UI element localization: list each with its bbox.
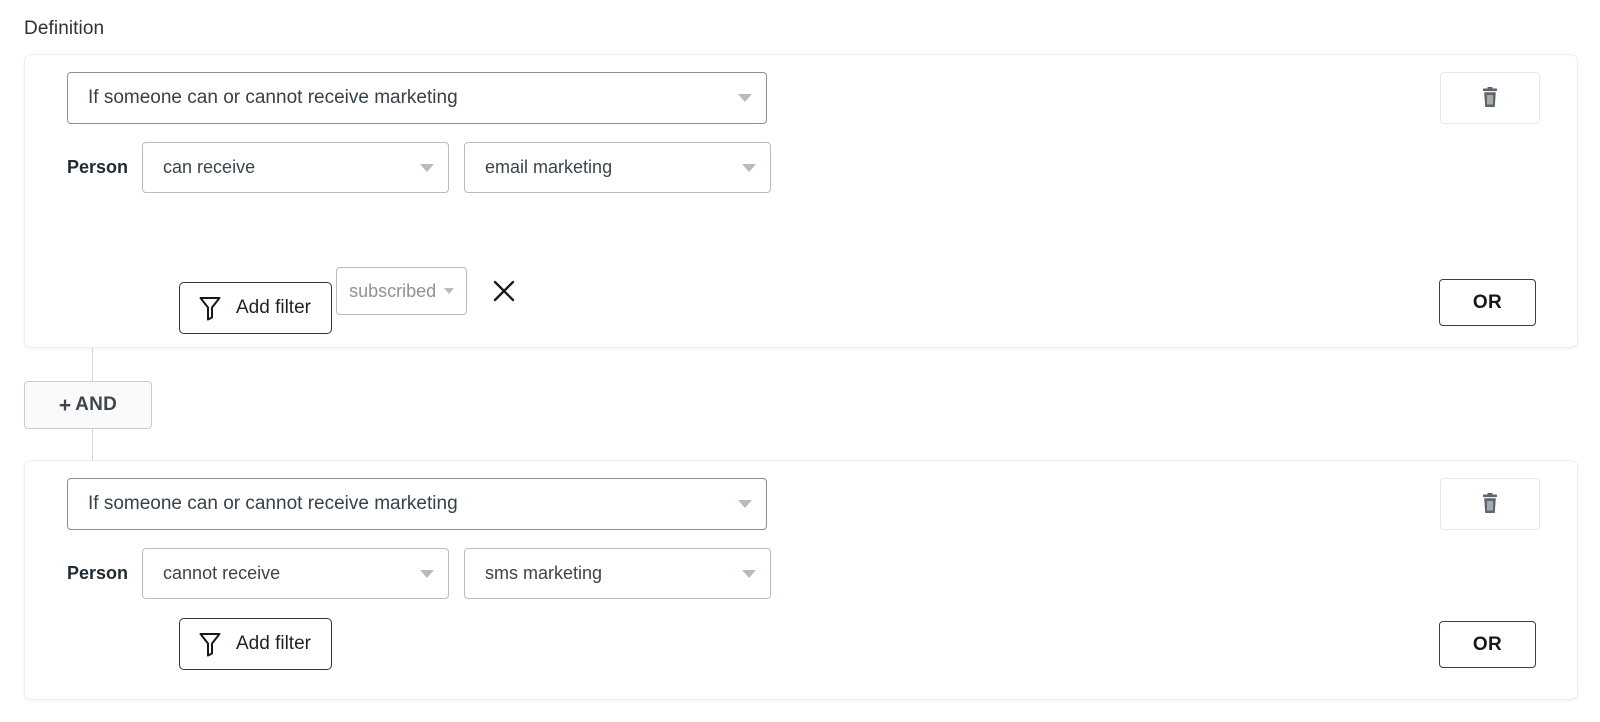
chevron-down-icon bbox=[420, 569, 435, 578]
add-filter-button[interactable]: Add filter bbox=[179, 282, 332, 334]
chevron-down-icon bbox=[738, 94, 752, 102]
remove-because-condition-button[interactable] bbox=[487, 274, 521, 308]
person-operator-select[interactable]: cannot receive bbox=[142, 548, 450, 599]
because-person-value: subscribed bbox=[349, 280, 437, 301]
or-button[interactable]: OR bbox=[1439, 621, 1536, 668]
definition-builder-page: Definition If someone can or cannot rece… bbox=[0, 0, 1600, 722]
person-row-label: Person bbox=[67, 563, 129, 583]
add-filter-label: Add filter bbox=[236, 297, 311, 318]
and-button-label: AND bbox=[75, 394, 118, 415]
delete-condition-button[interactable] bbox=[1440, 478, 1540, 530]
page-title: Definition bbox=[24, 18, 105, 39]
person-row-label: Person bbox=[67, 157, 129, 177]
person-row: Person can receive email marketing bbox=[67, 142, 772, 193]
trigger-select-value: If someone can or cannot receive marketi… bbox=[88, 87, 458, 108]
close-x-icon bbox=[493, 280, 515, 302]
person-channel-select[interactable]: sms marketing bbox=[464, 548, 772, 599]
or-button[interactable]: OR bbox=[1439, 279, 1536, 326]
trigger-select[interactable]: If someone can or cannot receive marketi… bbox=[67, 72, 767, 124]
add-filter-label: Add filter bbox=[236, 633, 311, 654]
trash-icon bbox=[1483, 87, 1497, 107]
because-person-select[interactable]: subscribed bbox=[336, 267, 468, 315]
condition-card: If someone can or cannot receive marketi… bbox=[24, 460, 1578, 700]
chevron-down-icon bbox=[742, 163, 757, 172]
person-operator-value: can receive bbox=[163, 157, 256, 177]
trigger-select-value: If someone can or cannot receive marketi… bbox=[88, 493, 458, 514]
person-channel-value: email marketing bbox=[485, 157, 613, 177]
person-channel-select[interactable]: email marketing bbox=[464, 142, 772, 193]
add-filter-button[interactable]: Add filter bbox=[179, 618, 332, 670]
trigger-select[interactable]: If someone can or cannot receive marketi… bbox=[67, 478, 767, 530]
condition-card: If someone can or cannot receive marketi… bbox=[24, 54, 1578, 348]
delete-condition-button[interactable] bbox=[1440, 72, 1540, 124]
person-operator-value: cannot receive bbox=[163, 563, 281, 583]
funnel-icon bbox=[199, 633, 221, 657]
chevron-down-icon bbox=[444, 288, 455, 294]
funnel-icon bbox=[199, 297, 221, 321]
person-channel-value: sms marketing bbox=[485, 563, 603, 583]
person-operator-select[interactable]: can receive bbox=[142, 142, 450, 193]
person-row: Person cannot receive sms marketing bbox=[67, 548, 772, 599]
plus-icon: + bbox=[58, 393, 72, 417]
chevron-down-icon bbox=[420, 163, 435, 172]
chevron-down-icon bbox=[738, 500, 752, 508]
chevron-down-icon bbox=[742, 569, 757, 578]
add-and-group-button[interactable]: + AND bbox=[24, 381, 152, 429]
trash-icon bbox=[1483, 493, 1497, 513]
